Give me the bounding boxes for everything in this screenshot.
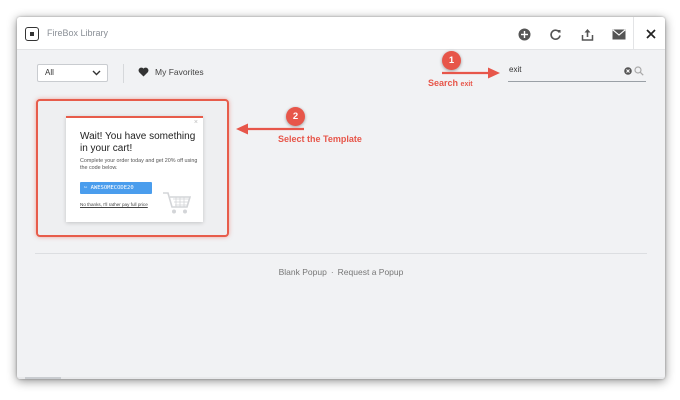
- title-bar: FireBox Library: [17, 17, 665, 50]
- title-divider: [633, 17, 634, 50]
- my-favorites-label: My Favorites: [155, 67, 204, 77]
- bottom-scroll-thumb[interactable]: [25, 377, 61, 379]
- search-icon[interactable]: [634, 66, 644, 76]
- category-select[interactable]: All: [37, 64, 108, 82]
- search-input[interactable]: [509, 65, 609, 74]
- firebox-library-window: FireBox Library All My Favorites exit × …: [17, 17, 665, 379]
- chevron-down-icon: [92, 70, 101, 76]
- refresh-icon[interactable]: [546, 25, 564, 43]
- search-box: [508, 62, 646, 82]
- popup-close-icon: ×: [193, 119, 198, 126]
- request-popup-link[interactable]: Request a Popup: [338, 267, 404, 277]
- my-favorites-button[interactable]: My Favorites: [138, 67, 204, 77]
- filter-divider: [123, 64, 124, 83]
- bottom-scroll-track: [17, 377, 665, 379]
- coupon-code-button: ✂ AWESOMECODE20: [80, 182, 152, 194]
- step-1-term: exit: [460, 81, 473, 88]
- blank-popup-link[interactable]: Blank Popup: [279, 267, 327, 277]
- popup-body: Complete your order today and get 20% of…: [80, 158, 198, 171]
- coupon-code-text: AWESOMECODE20: [90, 185, 134, 191]
- heart-icon: [138, 67, 149, 77]
- template-card-cart-abandonment[interactable]: × Wait! You have something in your cart!…: [36, 99, 229, 237]
- shopping-cart-icon: [163, 192, 192, 214]
- mail-icon[interactable]: [610, 25, 628, 43]
- step-2-label: Select the Template: [278, 134, 362, 144]
- category-select-value: All: [45, 68, 54, 77]
- popup-title: Wait! You have something in your cart!: [80, 131, 196, 154]
- clear-search-icon[interactable]: [624, 67, 632, 75]
- app-title: FireBox Library: [47, 28, 109, 38]
- app-logo-icon: [25, 27, 39, 41]
- template-preview: × Wait! You have something in your cart!…: [66, 116, 203, 222]
- filter-toolbar: All My Favorites: [17, 50, 665, 96]
- footer-links: Blank Popup · Request a Popup: [17, 267, 665, 277]
- step-1-label-text: Search: [428, 78, 459, 88]
- close-icon[interactable]: [642, 25, 660, 43]
- plus-circle-icon[interactable]: [515, 25, 533, 43]
- section-divider: [35, 253, 647, 254]
- footer-separator: ·: [330, 267, 334, 277]
- step-1-label: Search exit: [428, 78, 473, 88]
- upload-icon[interactable]: [578, 25, 596, 43]
- scissors-icon: ✂: [84, 185, 91, 191]
- decline-link: No thanks, I'll rather pay full price: [80, 202, 148, 207]
